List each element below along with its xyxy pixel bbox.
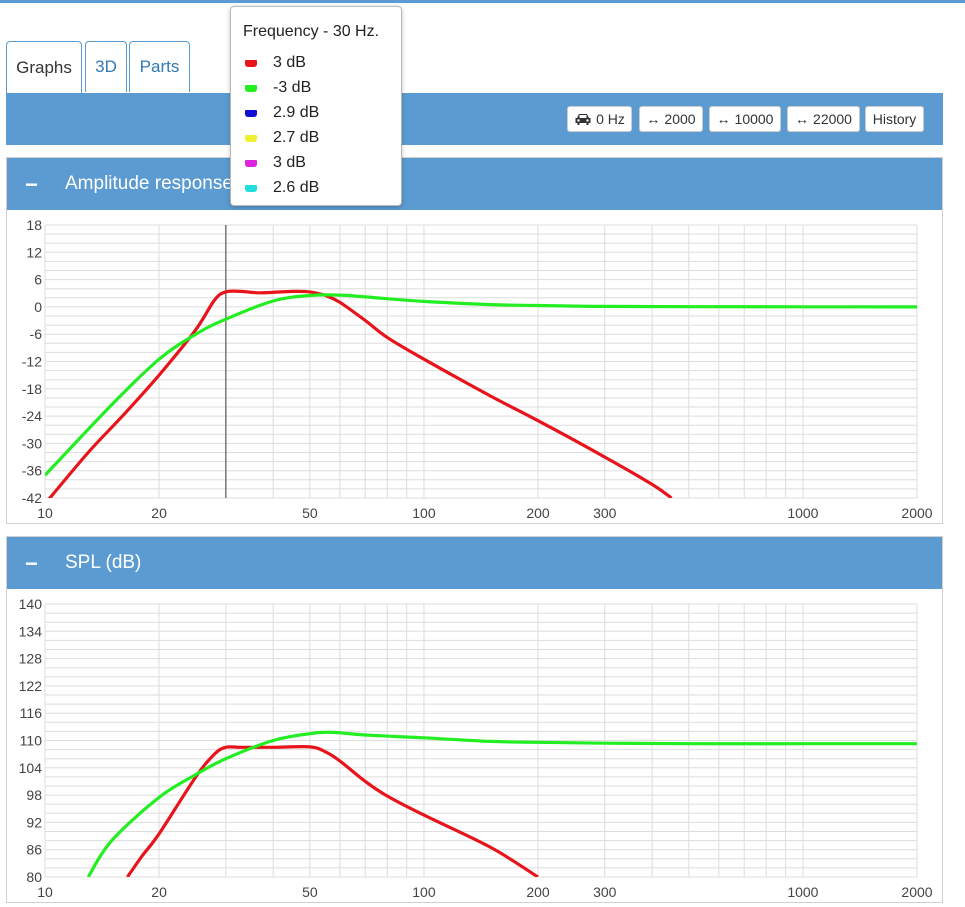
tooltip-row: 2.6 dB [245,178,319,198]
x-tick-label: 200 [526,505,550,521]
x-tick-label: 1000 [787,505,818,521]
range-2000-button[interactable]: ↔ 2000 [639,106,703,132]
amplitude-chart[interactable]: 18 12 6 0 -6 -12 -18 -24 -30 -36 -4210 20 50 100 200 30… [7,210,942,523]
y-tick-label: -18 [22,381,42,397]
x-tick-label: 10 [37,505,53,521]
y-tick-label: -6 [30,326,43,342]
tooltip-row: -3 dB [245,78,311,98]
tooltip-value: 2.7 dB [273,129,320,146]
range-2000-label: 2000 [664,111,696,127]
x-tick-label: 300 [593,505,617,521]
y-tick-label: -36 [22,463,42,479]
y-tick-label: 80 [26,869,42,885]
amplitude-panel: − Amplitude response 18 12 6 0 -6 -12 -18 -24 -3… [6,157,943,524]
spl-panel-header: − SPL (dB) [7,537,942,589]
history-button[interactable]: History [865,106,924,132]
series-swatch-icon [245,109,257,117]
y-tick-label: -42 [22,490,42,506]
y-tick-label: 86 [26,842,42,858]
y-tick-label: 140 [19,596,43,612]
x-tick-label: 200 [526,884,550,900]
x-tick-label: 20 [151,505,167,521]
x-tick-label: 10 [37,884,53,900]
y-tick-label: -30 [22,435,42,451]
y-tick-label: 92 [26,814,42,830]
tab-graphs[interactable]: Graphs [6,41,82,94]
series-line-0 [126,745,539,877]
horizontal-arrows-icon: ↔ [716,111,731,127]
series-swatch-icon [245,134,257,142]
tooltip-row: 2.7 dB [245,128,319,148]
top-accent-line [0,0,965,3]
x-tick-label: 100 [412,505,436,521]
y-tick-label: 104 [19,760,43,776]
horizontal-arrows-icon: ↔ [795,111,810,127]
spl-panel-title: SPL (dB) [65,552,142,573]
x-tick-label: 300 [593,884,617,900]
y-tick-label: 134 [19,623,43,639]
amplitude-panel-title: Amplitude response [65,173,233,194]
y-tick-label: 0 [34,299,42,315]
car-frequency-button[interactable]: 0 Hz [567,106,632,132]
x-tick-label: 50 [302,884,318,900]
series-swatch-icon [245,184,257,192]
collapse-icon[interactable]: − [25,172,38,198]
x-tick-label: 20 [151,884,167,900]
tooltip-value: 2.9 dB [273,104,320,121]
tooltip-value: 2.6 dB [273,179,320,196]
x-tick-label: 50 [302,505,318,521]
range-22000-button[interactable]: ↔ 22000 [787,106,860,132]
amplitude-panel-header: − Amplitude response [7,158,942,210]
tooltip-value: 3 dB [273,154,306,171]
y-tick-label: 6 [34,272,42,288]
x-tick-label: 1000 [787,884,818,900]
car-frequency-label: 0 Hz [596,111,625,127]
graph-toolbar: 0 Hz ↔ 2000 ↔ 10000 ↔ 22000 History [6,93,943,145]
range-10000-label: 10000 [734,111,774,127]
spl-chart[interactable]: 140 134 128 122 116 110 104 98 92 86 8010 20 50 100 20… [7,589,942,902]
y-tick-label: 18 [26,217,42,233]
spl-panel: − SPL (dB) 140 134 128 122 116 110 104 98 92 86 80… [6,536,943,903]
car-icon [575,114,591,125]
range-22000-label: 22000 [813,111,852,127]
tooltip-row: 3 dB [245,153,306,173]
horizontal-arrows-icon: ↔ [646,111,661,127]
x-tick-label: 2000 [901,884,932,900]
y-tick-label: 110 [20,733,43,749]
series-swatch-icon [245,84,257,92]
x-tick-label: 2000 [901,505,932,521]
tooltip-value: -3 dB [273,79,312,96]
frequency-tooltip: Frequency - 30 Hz. 3 dB -3 dB 2.9 dB 2.7… [230,6,402,206]
series-swatch-icon [245,59,257,67]
series-swatch-icon [245,159,257,167]
y-tick-label: 116 [20,705,43,721]
y-tick-label: -24 [22,408,42,424]
y-tick-label: -12 [22,354,42,370]
series-line-1 [45,293,917,477]
y-tick-label: 128 [19,651,43,667]
tooltip-row: 3 dB [245,53,306,73]
tooltip-title: Frequency - 30 Hz. [243,23,380,40]
tooltip-row: 2.9 dB [245,103,319,123]
y-tick-label: 122 [19,678,43,694]
tooltip-value: 3 dB [273,54,306,71]
range-10000-button[interactable]: ↔ 10000 [709,106,781,132]
tab-parts[interactable]: Parts [129,41,190,92]
y-tick-label: 98 [26,787,42,803]
collapse-icon[interactable]: − [25,551,38,577]
tab-3d[interactable]: 3D [85,41,127,92]
x-tick-label: 100 [412,884,436,900]
y-tick-label: 12 [26,244,42,260]
